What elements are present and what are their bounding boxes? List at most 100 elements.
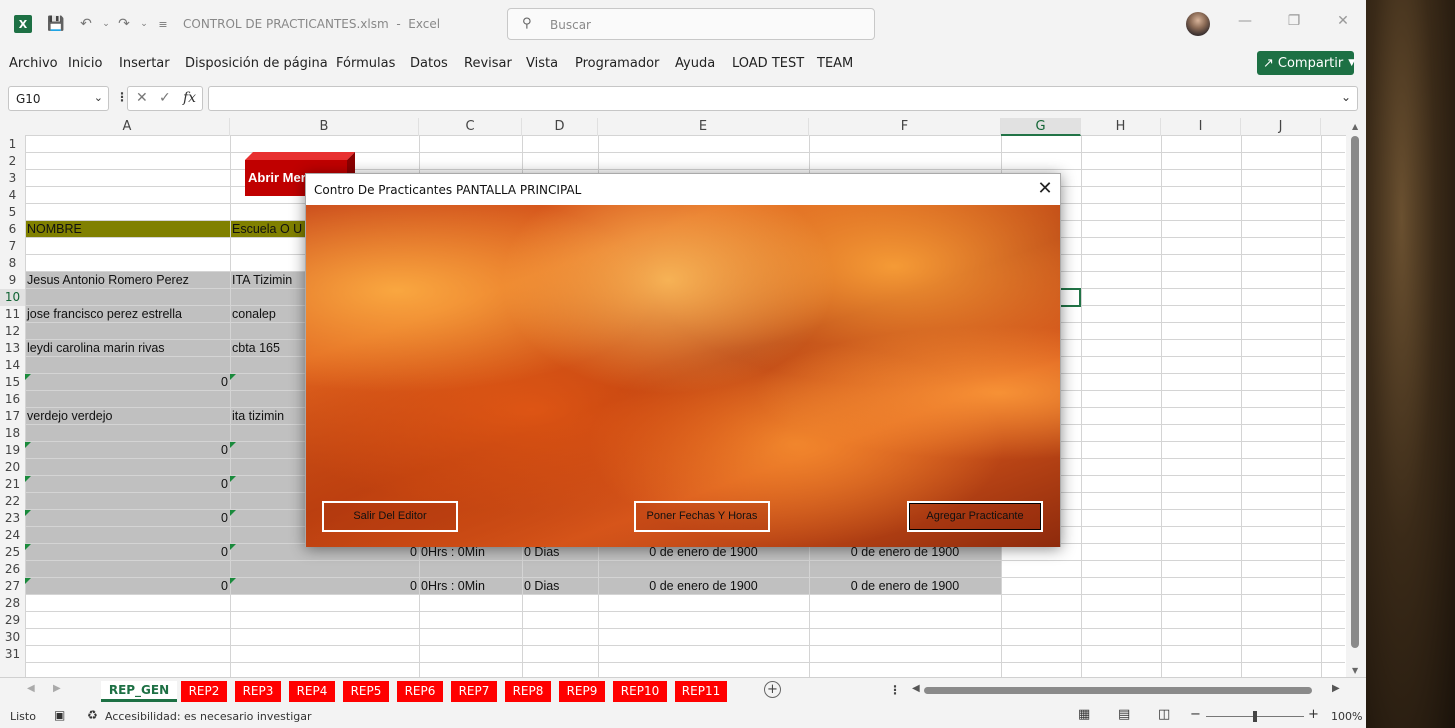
cell-A13[interactable]: leydi carolina marin rivas: [25, 340, 230, 357]
minimize-icon[interactable]: —: [1235, 13, 1255, 33]
cell-A6[interactable]: NOMBRE: [25, 221, 230, 238]
row-header-31[interactable]: 31: [0, 646, 25, 663]
cell-A15[interactable]: 0: [25, 374, 230, 391]
normal-view-icon[interactable]: ▦: [1078, 707, 1090, 722]
horizontal-scrollbar[interactable]: ◀ ▶: [912, 683, 1342, 697]
save-icon[interactable]: 💾: [47, 15, 65, 33]
sheet-tab-rep6[interactable]: REP6: [397, 681, 443, 702]
row-header-21[interactable]: 21: [0, 476, 25, 493]
zoom-slider-thumb[interactable]: [1253, 711, 1257, 722]
sheet-tab-rep11[interactable]: REP11: [675, 681, 727, 702]
col-header-c[interactable]: C: [419, 118, 522, 136]
sheet-tab-rep4[interactable]: REP4: [289, 681, 335, 702]
page-break-icon[interactable]: ◫: [1158, 707, 1170, 722]
row-header-26[interactable]: 26: [0, 561, 25, 578]
search-box[interactable]: ⚲ Buscar: [507, 8, 875, 40]
row-header-30[interactable]: 30: [0, 629, 25, 646]
next-sheet-icon[interactable]: ▶: [53, 683, 61, 694]
hscroll-thumb[interactable]: [924, 687, 1312, 694]
select-all-corner[interactable]: [0, 118, 25, 136]
scroll-thumb[interactable]: [1351, 136, 1359, 648]
col-header-i[interactable]: I: [1161, 118, 1241, 136]
row-header-16[interactable]: 16: [0, 391, 25, 408]
row-header-27[interactable]: 27: [0, 578, 25, 595]
row-header-5[interactable]: 5: [0, 204, 25, 221]
vertical-scrollbar[interactable]: ▲ ▼: [1346, 118, 1366, 677]
tab-options-icon[interactable]: ⋮: [889, 683, 901, 697]
zoom-in-icon[interactable]: +: [1308, 707, 1319, 722]
cell-A9[interactable]: Jesus Antonio Romero Perez: [25, 272, 230, 289]
sheet-tab-rep5[interactable]: REP5: [343, 681, 389, 702]
tab-revisar[interactable]: Revisar: [464, 56, 512, 71]
cell-C27[interactable]: 0Hrs : 0Min: [419, 578, 522, 595]
row-header-19[interactable]: 19: [0, 442, 25, 459]
row-header-23[interactable]: 23: [0, 510, 25, 527]
poner-fechas-button[interactable]: Poner Fechas Y Horas: [634, 501, 770, 532]
row-header-8[interactable]: 8: [0, 255, 25, 272]
scroll-down-icon[interactable]: ▼: [1352, 666, 1358, 675]
restore-icon[interactable]: ❐: [1284, 13, 1304, 33]
col-header-f[interactable]: F: [809, 118, 1001, 136]
scroll-left-icon[interactable]: ◀: [912, 683, 920, 694]
scroll-up-icon[interactable]: ▲: [1352, 122, 1358, 131]
accessibility-icon[interactable]: ♻: [87, 708, 98, 722]
col-header-h[interactable]: H: [1081, 118, 1161, 136]
sheet-tab-rep2[interactable]: REP2: [181, 681, 227, 702]
close-icon[interactable]: ✕: [1034, 178, 1056, 200]
cell-F27[interactable]: 0 de enero de 1900: [809, 578, 1001, 595]
tab-datos[interactable]: Datos: [410, 56, 448, 71]
page-layout-icon[interactable]: ▤: [1118, 707, 1130, 722]
row-header-3[interactable]: 3: [0, 170, 25, 187]
enter-icon[interactable]: ✓: [159, 90, 171, 106]
cancel-icon[interactable]: ✕: [136, 90, 148, 106]
undo-icon[interactable]: ↶: [77, 15, 95, 33]
cell-A21[interactable]: 0: [25, 476, 230, 493]
row-header-14[interactable]: 14: [0, 357, 25, 374]
redo-dropdown-icon[interactable]: ⌄: [135, 15, 153, 33]
sheet-tab-rep3[interactable]: REP3: [235, 681, 281, 702]
accessibility-status[interactable]: Accesibilidad: es necesario investigar: [105, 710, 312, 723]
tab-inicio[interactable]: Inicio: [68, 56, 102, 71]
expand-formula-icon[interactable]: ⌄: [1341, 90, 1351, 104]
close-window-icon[interactable]: ✕: [1333, 13, 1353, 33]
cell-A11[interactable]: jose francisco perez estrella: [25, 306, 230, 323]
sheet-tab-rep7[interactable]: REP7: [451, 681, 497, 702]
row-header-17[interactable]: 17: [0, 408, 25, 425]
tab-team[interactable]: TEAM: [817, 56, 853, 71]
tab-vista[interactable]: Vista: [526, 56, 558, 71]
row-header-18[interactable]: 18: [0, 425, 25, 442]
salir-editor-button[interactable]: Salir Del Editor: [322, 501, 458, 532]
cell-A17[interactable]: verdejo verdejo: [25, 408, 230, 425]
zoom-level[interactable]: 100%: [1331, 710, 1362, 723]
sheet-tab-rep-gen[interactable]: REP_GEN: [101, 681, 177, 702]
row-header-15[interactable]: 15: [0, 374, 25, 391]
row-header-25[interactable]: 25: [0, 544, 25, 561]
tab-formulas[interactable]: Fórmulas: [336, 56, 395, 71]
prev-sheet-icon[interactable]: ◀: [27, 683, 35, 694]
undo-dropdown-icon[interactable]: ⌄: [97, 15, 115, 33]
cell-A25[interactable]: 0: [25, 544, 230, 561]
row-header-7[interactable]: 7: [0, 238, 25, 255]
row-header-9[interactable]: 9: [0, 272, 25, 289]
customize-toolbar-icon[interactable]: ≡: [154, 15, 172, 33]
zoom-out-icon[interactable]: −: [1190, 707, 1201, 722]
cell-A19[interactable]: 0: [25, 442, 230, 459]
col-header-e[interactable]: E: [598, 118, 809, 136]
redo-icon[interactable]: ↷: [115, 15, 133, 33]
col-header-g[interactable]: G: [1001, 118, 1081, 136]
sheet-tab-rep8[interactable]: REP8: [505, 681, 551, 702]
name-box[interactable]: G10 ⌄: [8, 86, 109, 111]
agregar-practicante-button[interactable]: Agregar Practicante: [907, 501, 1043, 532]
tab-programador[interactable]: Programador: [575, 56, 659, 71]
sheet-tab-rep10[interactable]: REP10: [613, 681, 667, 702]
tab-insertar[interactable]: Insertar: [119, 56, 170, 71]
row-header-20[interactable]: 20: [0, 459, 25, 476]
cell-B27[interactable]: 0: [230, 578, 419, 595]
formula-input[interactable]: ⌄: [208, 86, 1358, 111]
row-header-22[interactable]: 22: [0, 493, 25, 510]
add-sheet-icon[interactable]: +: [764, 681, 781, 698]
col-header-d[interactable]: D: [522, 118, 598, 136]
cell-A23[interactable]: 0: [25, 510, 230, 527]
insert-function-icon[interactable]: fx: [183, 90, 196, 106]
col-header-b[interactable]: B: [230, 118, 419, 136]
